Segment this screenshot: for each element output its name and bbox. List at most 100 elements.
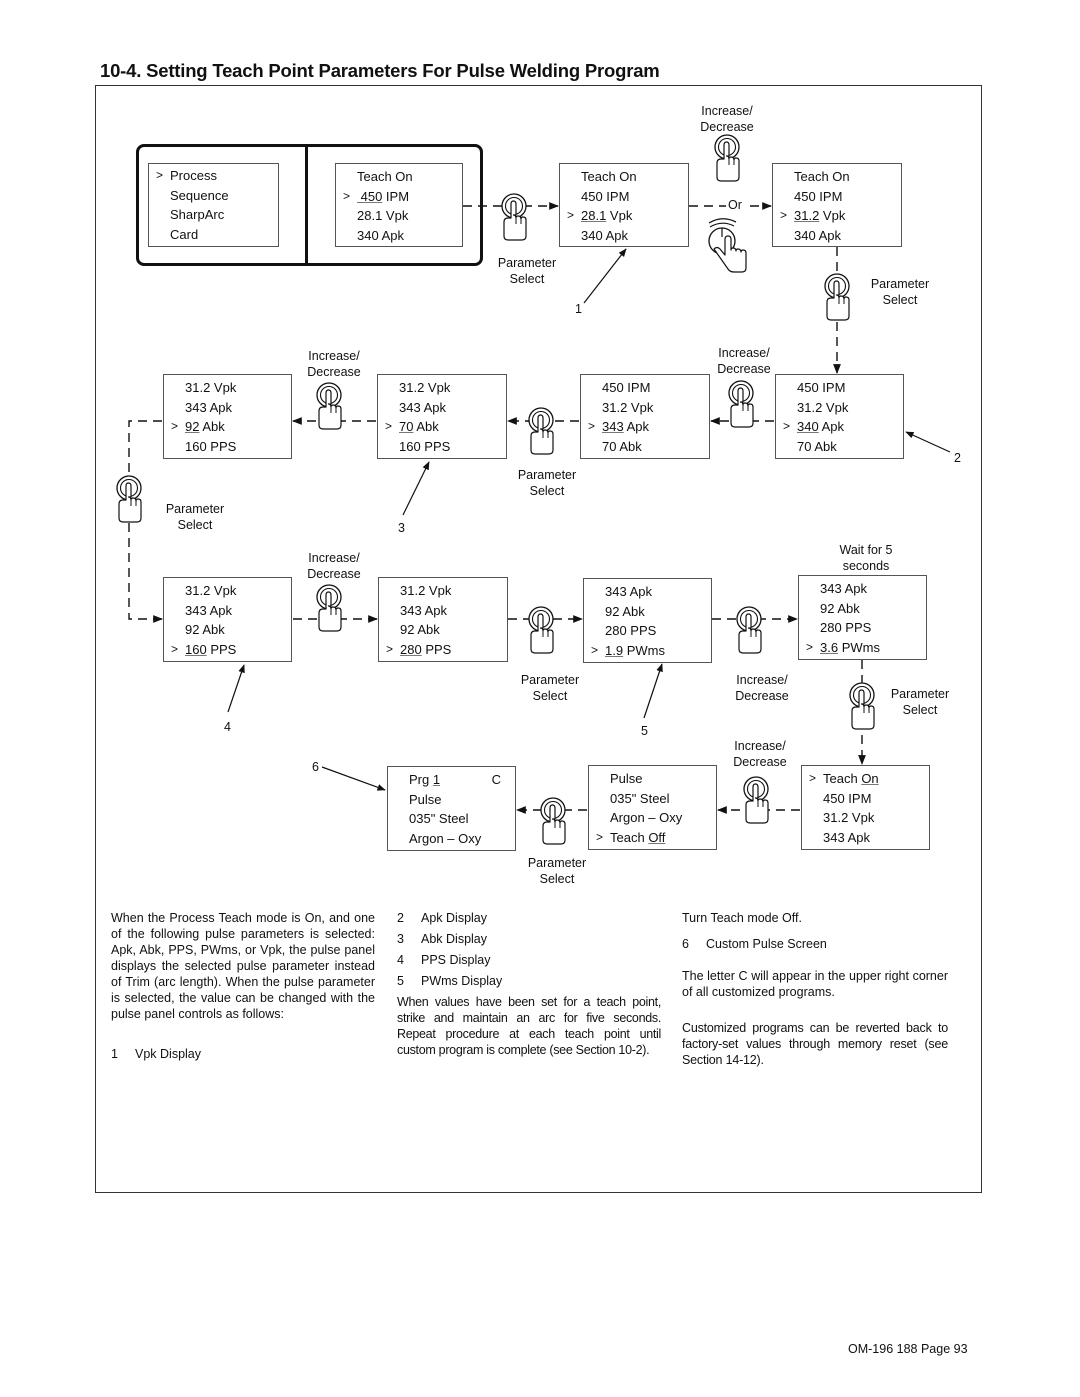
label-line: Decrease [735, 689, 789, 703]
screen-text: Prg [409, 772, 433, 787]
editable-value: 70 [399, 419, 414, 434]
label-line: Decrease [717, 362, 771, 376]
editable-value: 1 [432, 772, 441, 787]
editable-value: 31.2 [794, 208, 820, 223]
screen-text: Argon – Oxy [409, 830, 482, 846]
selection-caret: > [596, 829, 604, 844]
label-line: Increase/ [736, 673, 788, 687]
intro-paragraph: When the Process Teach mode is On, and o… [111, 911, 375, 1021]
turn-off-text: Turn Teach mode Off. [682, 911, 802, 925]
screen-text: 280 PPS [820, 620, 872, 635]
selection-caret: > [386, 641, 394, 656]
legend-item-3: 3 Abk Display [397, 932, 487, 946]
label-line: Select [509, 272, 545, 286]
screen-text: 450 IPM [602, 380, 651, 395]
parameter-select-button-icon [116, 475, 142, 523]
screen-line: 70 Abk [581, 437, 709, 457]
screen-text: Teach On [357, 169, 413, 184]
label-line: Increase/ [308, 551, 360, 565]
label-line: Select [882, 293, 918, 307]
screen-text: 31.2 Vpk [399, 380, 451, 395]
increase-decrease-label: Increase/Decrease [307, 348, 361, 380]
screen-line: 340 Apk [560, 226, 688, 246]
selection-caret: > [783, 419, 791, 433]
editable-value: 160 [185, 641, 207, 657]
custom-indicator: C [491, 772, 501, 787]
parameter-select-button-icon [528, 407, 554, 455]
label-line: Parameter [520, 673, 580, 687]
lcd-screen-s1: Teach On > 450 IPM 28.1 Vpk 340 Apk [335, 163, 463, 247]
screen-line: 31.2 Vpk [378, 378, 506, 398]
label-line: Increase/ [718, 346, 770, 360]
parameter-select-label: Parameter Select [518, 467, 576, 499]
label-line: Select [539, 872, 575, 886]
screen-text: 280 PPS [605, 623, 657, 638]
label-line: Decrease [733, 755, 787, 769]
label-line: Increase/ [701, 104, 753, 118]
screen-text: 31.2 Vpk [185, 380, 237, 395]
callout-number-4: 4 [224, 720, 231, 734]
callout-arrow-6 [321, 766, 386, 791]
editable-value: On [861, 771, 879, 786]
increase-decrease-label: Increase/Decrease [735, 672, 789, 704]
callout-arrow-1 [583, 248, 627, 304]
screen-line: 450 IPM [802, 789, 929, 809]
lcd-screen-s13: Pulse 035" Steel Argon – Oxy > Teach Off [588, 765, 717, 850]
lcd-screen-s14: Prg 1 C Pulse 035" Steel Argon – Oxy [387, 766, 516, 851]
editable-value: 92 [185, 419, 200, 434]
screen-line: 340 Apk [773, 226, 901, 246]
lcd-screen-menu: > Process Sequence SharpArc Card [148, 163, 279, 247]
parameter-select-label: Parameter Select [498, 255, 556, 287]
screen-line: 31.2 Vpk [581, 398, 709, 418]
screen-line: 343 Apk [164, 398, 291, 418]
increase-decrease-label: Increase/Decrease [733, 738, 787, 770]
screen-line: 450 IPM [581, 378, 709, 398]
screen-text: PWms [623, 642, 665, 658]
screen-text: 340 Apk [581, 227, 628, 243]
screen-line: 31.2 Vpk [164, 378, 291, 398]
increase-decrease-button-icon [316, 382, 342, 430]
callout-arrow-2 [905, 431, 951, 453]
screen-line: Sequence [149, 186, 278, 206]
label-line: seconds [842, 559, 890, 573]
editable-value: 28.1 [581, 208, 607, 223]
screen-line: >280 PPS [379, 640, 507, 660]
screen-line: Pulse [388, 790, 515, 810]
screen-text: 450 IPM [581, 188, 630, 204]
screen-text: Argon – Oxy [610, 810, 683, 825]
callout-number-1: 1 [575, 302, 582, 316]
label-line: Parameter [890, 687, 950, 701]
lcd-screen-s5: 450 IPM 31.2 Vpk >343 Apk 70 Abk [580, 374, 710, 459]
screen-text: Vpk [819, 208, 846, 223]
increase-decrease-button-icon [736, 606, 762, 654]
callout-arrow-5 [643, 663, 663, 719]
label-line: Parameter [165, 502, 225, 516]
screen-text: Apk [623, 419, 649, 434]
screen-line: 035" Steel [388, 809, 515, 829]
label-line: Parameter [870, 277, 930, 291]
wait-label: Wait for 5 seconds [839, 542, 892, 574]
screen-text: Pulse [409, 791, 442, 807]
screen-text: Vpk [606, 208, 633, 223]
screen-line: 160 PPS [164, 437, 291, 457]
selection-caret: > [343, 188, 351, 203]
screen-line: >31.2 Vpk [773, 206, 901, 226]
legend-item-6: 6 Custom Pulse Screen [682, 937, 827, 951]
editable-value: 343 [602, 419, 624, 434]
callout-number-5: 5 [641, 724, 648, 738]
screen-text: 31.2 Vpk [400, 583, 452, 598]
increase-decrease-label: Increase/Decrease [717, 345, 771, 377]
control-panel-divider [305, 144, 308, 266]
screen-line: 340 Apk [336, 226, 462, 246]
lcd-screen-s3: Teach On 450 IPM >31.2 Vpk 340 Apk [772, 163, 902, 247]
callout-arrow-3 [402, 461, 430, 516]
text-column-3: Turn Teach mode Off. 6 Custom Pulse Scre… [682, 910, 948, 1078]
screen-line: > Teach Off [589, 828, 716, 848]
screen-line: Teach On [773, 167, 901, 187]
screen-line: 035" Steel [589, 789, 716, 809]
screen-line: Argon – Oxy [388, 829, 515, 849]
editable-value: 280 [400, 641, 422, 657]
lcd-screen-s12: > Teach On 450 IPM 31.2 Vpk 343 Apk [801, 765, 930, 850]
label-line: Select [529, 484, 565, 498]
selection-caret: > [385, 419, 393, 433]
